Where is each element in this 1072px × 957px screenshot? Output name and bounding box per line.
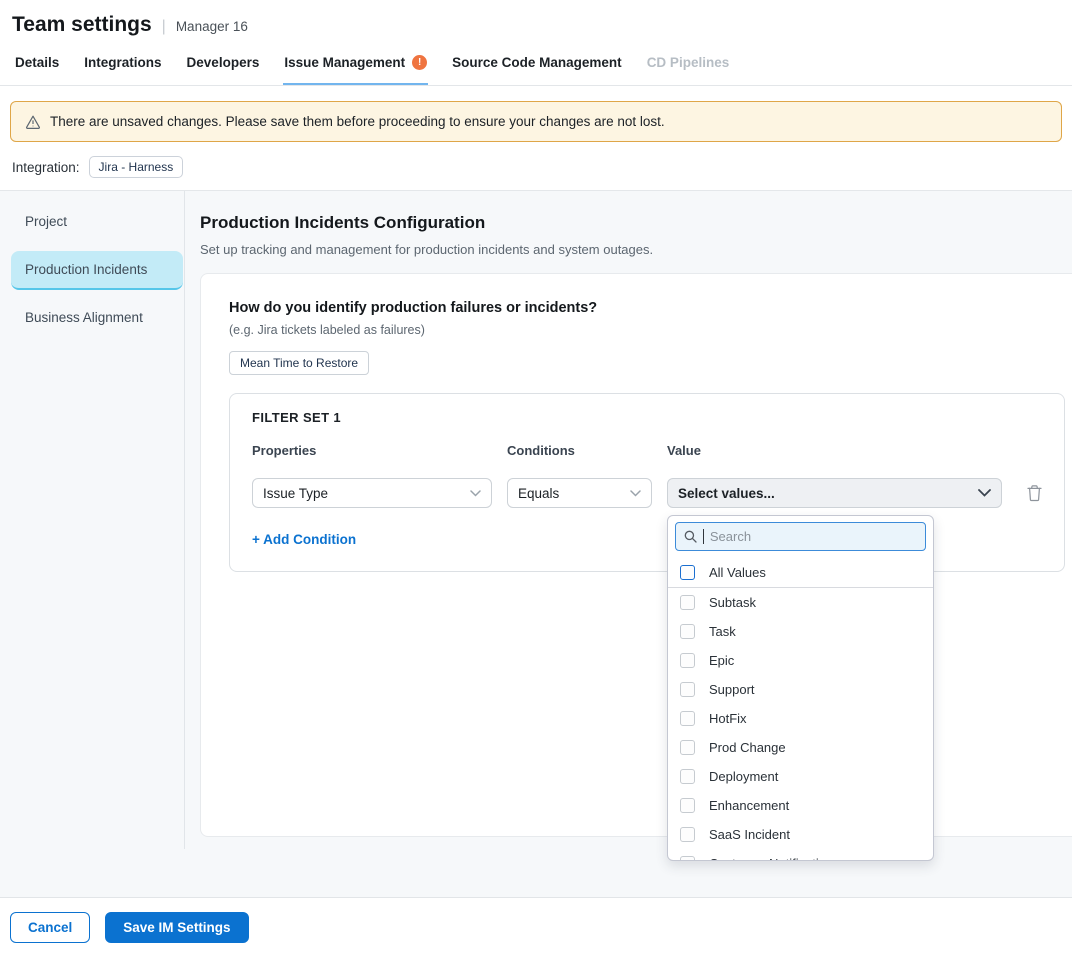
option-prod-change[interactable]: Prod Change: [668, 733, 933, 762]
settings-tabbar: Details Integrations Developers Issue Ma…: [0, 43, 1072, 86]
option-all-values[interactable]: All Values: [668, 557, 933, 588]
tab-developers[interactable]: Developers: [186, 43, 261, 85]
integration-row: Integration: Jira - Harness: [12, 156, 1060, 178]
banner-text: There are unsaved changes. Please save t…: [50, 114, 665, 129]
conditions-select[interactable]: Equals: [507, 478, 652, 508]
option-saas-incident[interactable]: SaaS Incident: [668, 820, 933, 849]
page-header: Team settings | Manager 16: [0, 0, 1072, 43]
tab-cd-pipelines: CD Pipelines: [646, 43, 731, 85]
add-condition-button[interactable]: + Add Condition: [252, 532, 492, 547]
section-subheading: Set up tracking and management for produ…: [200, 242, 1072, 257]
content-region: Project Production Incidents Business Al…: [0, 191, 1072, 849]
save-im-settings-button[interactable]: Save IM Settings: [105, 912, 248, 943]
metric-chip-mttr[interactable]: Mean Time to Restore: [229, 351, 369, 375]
question-hint: (e.g. Jira tickets labeled as failures): [229, 323, 1065, 337]
checkbox-icon[interactable]: [680, 740, 695, 755]
value-dropdown-popover: All Values Subtask Task: [667, 515, 934, 861]
tab-details[interactable]: Details: [14, 43, 60, 85]
dropdown-search-input[interactable]: [710, 529, 917, 544]
section-heading: Production Incidents Configuration: [200, 213, 1072, 233]
tab-issue-management[interactable]: Issue Management !: [283, 43, 428, 85]
main-panel: Production Incidents Configuration Set u…: [185, 191, 1072, 849]
chevron-down-icon: [978, 489, 991, 497]
search-icon: [684, 530, 697, 543]
page-title: Team settings: [12, 13, 152, 37]
option-task[interactable]: Task: [668, 617, 933, 646]
sidebar-item-production-incidents[interactable]: Production Incidents: [11, 251, 183, 290]
properties-column-label: Properties: [252, 443, 492, 458]
settings-sidebar: Project Production Incidents Business Al…: [0, 191, 185, 849]
value-cell: Select values...: [667, 478, 1002, 508]
option-epic[interactable]: Epic: [668, 646, 933, 675]
value-multiselect[interactable]: Select values...: [667, 478, 1002, 508]
checkbox-icon[interactable]: [680, 827, 695, 842]
integration-chip[interactable]: Jira - Harness: [89, 156, 184, 178]
filter-set-title: FILTER SET 1: [252, 410, 1042, 425]
checkbox-icon[interactable]: [680, 595, 695, 610]
option-deployment[interactable]: Deployment: [668, 762, 933, 791]
value-column-label: Value: [667, 443, 1002, 458]
chevron-down-icon: [470, 490, 481, 497]
option-support[interactable]: Support: [668, 675, 933, 704]
delete-condition-button[interactable]: [1027, 485, 1042, 502]
warning-triangle-icon: [25, 114, 41, 130]
checkbox-icon[interactable]: [680, 682, 695, 697]
checkbox-icon[interactable]: [680, 565, 695, 580]
incidents-config-card: How do you identify production failures …: [200, 273, 1072, 837]
filter-set-box: FILTER SET 1 Properties Conditions Value…: [229, 393, 1065, 572]
checkbox-icon[interactable]: [680, 798, 695, 813]
checkbox-icon[interactable]: [680, 653, 695, 668]
checkbox-icon[interactable]: [680, 624, 695, 639]
tab-integrations[interactable]: Integrations: [83, 43, 162, 85]
checkbox-icon[interactable]: [680, 856, 695, 861]
conditions-column-label: Conditions: [507, 443, 652, 458]
checkbox-icon[interactable]: [680, 769, 695, 784]
tab-source-code-management[interactable]: Source Code Management: [451, 43, 623, 85]
unsaved-changes-badge-icon: !: [412, 55, 427, 70]
unsaved-changes-banner: There are unsaved changes. Please save t…: [10, 101, 1062, 142]
cancel-button[interactable]: Cancel: [10, 912, 90, 943]
properties-select[interactable]: Issue Type: [252, 478, 492, 508]
footer-actions: Cancel Save IM Settings: [0, 897, 1072, 957]
option-hotfix[interactable]: HotFix: [668, 704, 933, 733]
chevron-down-icon: [630, 490, 641, 497]
option-enhancement[interactable]: Enhancement: [668, 791, 933, 820]
filter-grid: Properties Conditions Value Issue Type E…: [252, 443, 1042, 547]
sidebar-item-business-alignment[interactable]: Business Alignment: [11, 299, 183, 338]
option-subtask[interactable]: Subtask: [668, 588, 933, 617]
question-label: How do you identify production failures …: [229, 300, 1065, 316]
title-separator: |: [162, 18, 166, 36]
checkbox-icon[interactable]: [680, 711, 695, 726]
team-name-label: Manager 16: [176, 19, 248, 34]
option-customer-notification[interactable]: Customer Notification: [668, 849, 933, 861]
sidebar-item-project[interactable]: Project: [11, 203, 183, 242]
dropdown-search-box: [675, 522, 926, 551]
integration-label: Integration:: [12, 160, 80, 175]
text-cursor: [703, 529, 704, 544]
